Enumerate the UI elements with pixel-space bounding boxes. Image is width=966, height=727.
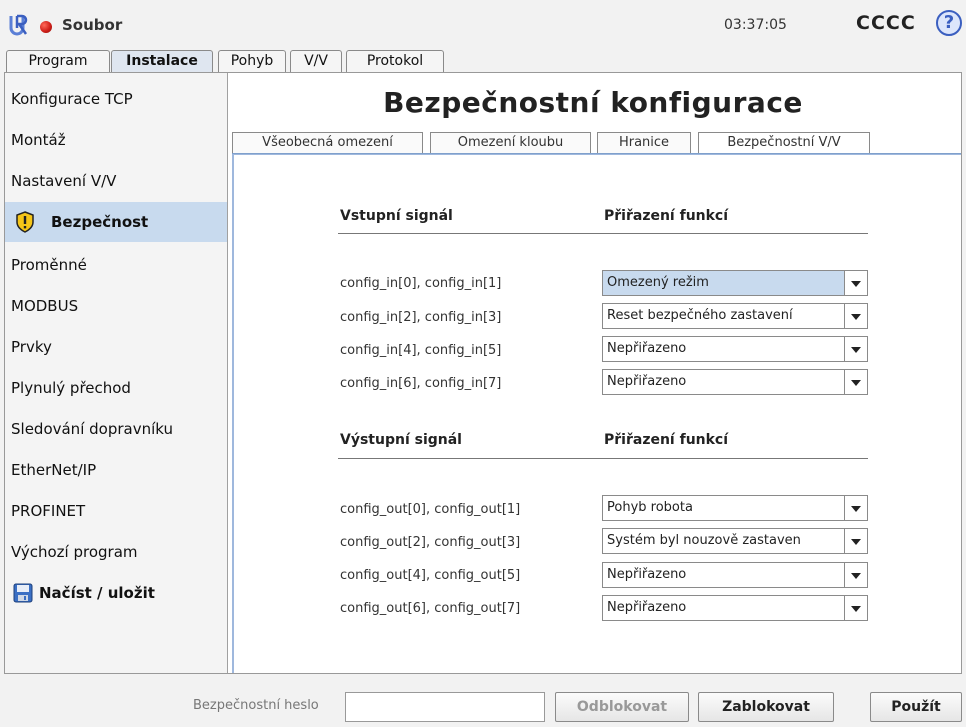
chevron-down-icon[interactable]	[844, 337, 867, 361]
output-signal-label: config_out[6], config_out[7]	[340, 601, 521, 616]
sidebar-item-label: Plynulý přechod	[11, 379, 131, 397]
input-signal-label: config_in[6], config_in[7]	[340, 376, 502, 391]
dropdown-value: Nepřiřazeno	[607, 567, 687, 582]
floppy-disk-icon	[13, 583, 33, 603]
sidebar-item-label: MODBUS	[11, 297, 79, 315]
sidebar-item-label: Konfigurace TCP	[11, 90, 133, 108]
input-signal-header: Vstupní signál	[340, 208, 453, 224]
tab-program[interactable]: Program	[6, 50, 110, 72]
sidebar-item-label: Montáž	[11, 131, 66, 149]
input-function-dropdown[interactable]: Omezený režim	[602, 270, 868, 296]
output-function-dropdown[interactable]: Nepřiřazeno	[602, 562, 868, 588]
chevron-down-icon[interactable]	[844, 304, 867, 328]
top-bar: Soubor 03:37:05 CCCC ?	[0, 0, 966, 50]
tab-hranice[interactable]: Hranice	[597, 132, 691, 153]
divider	[338, 233, 868, 234]
tab-instalace[interactable]: Instalace	[111, 50, 213, 72]
tab-protokol[interactable]: Protokol	[346, 50, 444, 72]
sidebar: Konfigurace TCP Montáž Nastavení V/V Bez…	[5, 73, 228, 673]
chevron-down-icon[interactable]	[844, 596, 867, 620]
output-function-dropdown[interactable]: Systém byl nouzově zastaven	[602, 528, 868, 554]
input-signal-label: config_in[0], config_in[1]	[340, 276, 502, 291]
sidebar-item-label: Sledování dopravníku	[11, 420, 173, 438]
divider	[338, 458, 868, 459]
sidebar-item-sledovani-dopravniku[interactable]: Sledování dopravníku	[5, 409, 227, 449]
sidebar-item-montaz[interactable]: Montáž	[5, 120, 227, 160]
sidebar-item-promenne[interactable]: Proměnné	[5, 245, 227, 285]
file-menu[interactable]: Soubor	[62, 16, 122, 34]
sidebar-item-plynuly-prechod[interactable]: Plynulý přechod	[5, 368, 227, 408]
chevron-down-icon[interactable]	[844, 496, 867, 520]
password-label: Bezpečnostní heslo	[193, 698, 319, 713]
chevron-down-icon[interactable]	[844, 370, 867, 394]
dropdown-value: Nepřiřazeno	[607, 600, 687, 615]
dropdown-value: Omezený režim	[607, 275, 709, 290]
sidebar-item-vychozi-program[interactable]: Výchozí program	[5, 532, 227, 572]
robot-name: CCCC	[856, 12, 916, 34]
input-function-dropdown[interactable]: Reset bezpečného zastavení	[602, 303, 868, 329]
input-signal-label: config_in[4], config_in[5]	[340, 343, 502, 358]
tab-vseobecna-omezeni[interactable]: Všeobecná omezení	[232, 132, 423, 153]
input-function-dropdown[interactable]: Nepřiřazeno	[602, 336, 868, 362]
sidebar-item-bezpecnost[interactable]: Bezpečnost	[5, 202, 227, 242]
sidebar-item-konfigurace-tcp[interactable]: Konfigurace TCP	[5, 79, 227, 119]
sidebar-item-ethernet-ip[interactable]: EtherNet/IP	[5, 450, 227, 490]
output-function-dropdown[interactable]: Pohyb robota	[602, 495, 868, 521]
dropdown-value: Reset bezpečného zastavení	[607, 308, 793, 323]
dropdown-value: Pohyb robota	[607, 500, 693, 515]
unlock-button[interactable]: Odblokovat	[555, 692, 689, 722]
sidebar-item-label: Prvky	[11, 338, 52, 356]
output-function-header: Přiřazení funkcí	[604, 432, 729, 448]
input-function-header: Přiřazení funkcí	[604, 208, 729, 224]
tab-omezeni-kloubu[interactable]: Omezení kloubu	[430, 132, 591, 153]
shield-warning-icon	[16, 211, 34, 233]
sidebar-item-nacist-ulozit[interactable]: Načíst / uložit	[5, 573, 227, 613]
output-signal-label: config_out[0], config_out[1]	[340, 502, 521, 517]
output-signal-label: config_out[4], config_out[5]	[340, 568, 521, 583]
ur-logo-icon	[9, 14, 28, 36]
dropdown-value: Nepřiřazeno	[607, 374, 687, 389]
sidebar-item-label: EtherNet/IP	[11, 461, 97, 479]
dropdown-value: Systém byl nouzově zastaven	[607, 533, 801, 548]
tab-bezpecnostni-vv[interactable]: Bezpečnostní V/V	[698, 132, 870, 153]
status-indicator-icon	[40, 21, 52, 33]
input-function-dropdown[interactable]: Nepřiřazeno	[602, 369, 868, 395]
help-icon[interactable]: ?	[936, 10, 962, 36]
chevron-down-icon[interactable]	[844, 563, 867, 587]
tab-vv[interactable]: V/V	[290, 50, 342, 72]
password-input[interactable]	[345, 692, 545, 722]
apply-button[interactable]: Použít	[870, 692, 962, 722]
sidebar-item-nastaveni-vv[interactable]: Nastavení V/V	[5, 161, 227, 201]
sidebar-item-label: PROFINET	[11, 502, 86, 520]
chevron-down-icon[interactable]	[844, 271, 867, 295]
sidebar-item-modbus[interactable]: MODBUS	[5, 286, 227, 326]
sidebar-item-prvky[interactable]: Prvky	[5, 327, 227, 367]
lock-button[interactable]: Zablokovat	[698, 692, 834, 722]
clock-time: 03:37:05	[724, 17, 787, 33]
chevron-down-icon[interactable]	[844, 529, 867, 553]
input-signal-label: config_in[2], config_in[3]	[340, 310, 502, 325]
sidebar-item-label: Proměnné	[11, 256, 87, 274]
page-title: Bezpečnostní konfigurace	[383, 86, 803, 119]
dropdown-value: Nepřiřazeno	[607, 341, 687, 356]
sidebar-item-label: Nastavení V/V	[11, 172, 117, 190]
tab-pohyb[interactable]: Pohyb	[218, 50, 286, 72]
sidebar-item-label: Výchozí program	[11, 543, 138, 561]
output-signal-header: Výstupní signál	[340, 432, 462, 448]
subtab-divider	[232, 153, 961, 154]
sidebar-item-profinet[interactable]: PROFINET	[5, 491, 227, 531]
output-signal-label: config_out[2], config_out[3]	[340, 535, 521, 550]
output-function-dropdown[interactable]: Nepřiřazeno	[602, 595, 868, 621]
